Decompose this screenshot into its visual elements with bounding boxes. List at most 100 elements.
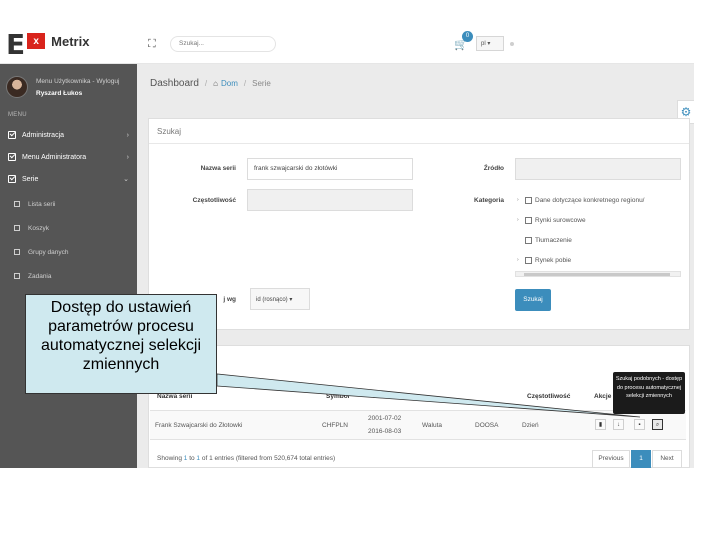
logo-x-badge: x xyxy=(27,33,46,49)
cart-count-badge: 0 xyxy=(462,31,473,42)
page-title: Dashboard xyxy=(150,78,199,89)
category-item-label: Rynki surowcowe xyxy=(535,216,586,224)
find-similar-button[interactable]: ⌕ xyxy=(652,419,663,430)
column-header-time[interactable]: Czasowy xyxy=(372,393,400,400)
chevron-right-icon: › xyxy=(126,153,129,161)
breadcrumb-separator: / xyxy=(243,79,247,88)
chevron-right-icon: › xyxy=(126,131,129,139)
cell-date-start: 2001-07-02 xyxy=(368,415,402,422)
category-item[interactable]: Tłumaczenie xyxy=(525,234,572,246)
search-panel-title: Szukaj xyxy=(157,127,182,136)
series-name-input[interactable]: frank szwajcarski do złotówki xyxy=(247,158,413,180)
user-menu-link[interactable]: Menu Użytkownika - Wyloguj xyxy=(36,76,119,88)
sidebar-item-label: Serie xyxy=(22,175,39,183)
category-item[interactable]: › Dane dotyczące konkretnego regionu/ xyxy=(517,194,645,206)
avatar[interactable] xyxy=(6,76,28,98)
sidebar: Menu Użytkownika - Wyloguj Ryszard Łukos… xyxy=(0,64,137,468)
bar-chart-icon: ▮ xyxy=(598,422,603,428)
download-icon: ↓ xyxy=(617,422,620,428)
entries-info: Showing 1 to 1 of 1 entries (filtered fr… xyxy=(157,455,335,462)
cart-icon: ▪ xyxy=(638,422,641,428)
expand-icon[interactable]: › xyxy=(517,197,519,203)
sidebar-subitem-grupy-danych[interactable]: Grupy danych xyxy=(0,244,137,260)
callout-box: Dostęp do ustawień parametrów procesu au… xyxy=(25,294,217,394)
category-item-label: Dane dotyczące konkretnego regionu/ xyxy=(535,196,645,204)
language-select[interactable]: pl ▾ xyxy=(476,36,504,51)
sidebar-subitem-lista-serii[interactable]: Lista serii xyxy=(0,196,137,212)
user-box: Menu Użytkownika - Wyloguj Ryszard Łukos xyxy=(6,76,119,100)
home-icon[interactable]: ⌂ xyxy=(213,79,218,88)
column-header-name[interactable]: Nazwa serii xyxy=(157,393,192,400)
breadcrumb-current: Serie xyxy=(252,79,271,88)
pagination-previous[interactable]: Previous xyxy=(592,450,630,468)
pagination-next[interactable]: Next xyxy=(652,450,682,468)
search-icon: ⌕ xyxy=(655,422,660,428)
cell-name: Frank Szwajcarski do Złotowki xyxy=(155,422,243,429)
checkbox[interactable] xyxy=(525,236,532,244)
category-scrollbar[interactable] xyxy=(515,271,681,277)
cell-date-end: 2016-08-03 xyxy=(368,428,402,435)
source-label: Źródło xyxy=(483,165,504,172)
add-to-cart-button[interactable]: ▪ xyxy=(634,419,645,430)
sidebar-subitem-label: Lista serii xyxy=(28,200,56,208)
fullscreen-icon[interactable]: ⛶ xyxy=(148,38,160,50)
sidebar-subitem-zadania[interactable]: Zadania xyxy=(0,268,137,284)
edit-icon xyxy=(14,225,20,231)
logo[interactable]: E x Metrix xyxy=(6,31,89,59)
cell-symbol: CHFPLN xyxy=(322,422,349,429)
frequency-select[interactable] xyxy=(247,189,413,211)
find-similar-tooltip: Szukaj podobnych - dostęp do procesu aut… xyxy=(613,372,685,414)
menu-header: MENU xyxy=(8,112,27,118)
logo-name: Metrix xyxy=(51,33,90,49)
pagination-page[interactable]: 1 xyxy=(631,450,651,468)
sidebar-subitem-label: Grupy danych xyxy=(28,248,69,256)
sidebar-item-menu-administratora[interactable]: Menu Administratora › xyxy=(0,148,137,166)
column-header-actions: Akcje xyxy=(594,393,612,400)
chevron-down-icon: ⌄ xyxy=(123,176,129,183)
category-item-label: Rynek pobie xyxy=(535,256,572,264)
sidebar-subitem-koszyk[interactable]: Koszyk xyxy=(0,220,137,236)
search-input[interactable]: Szukaj... xyxy=(170,36,276,52)
status-dot xyxy=(510,42,514,46)
sidebar-item-label: Administracja xyxy=(22,131,65,139)
column-header-frequency[interactable]: Częstotliwość xyxy=(527,393,570,400)
download-button[interactable]: ↓ xyxy=(613,419,624,430)
series-name-label: Nazwa serii xyxy=(200,165,236,172)
edit-icon xyxy=(14,273,20,279)
edit-icon xyxy=(14,249,20,255)
sidebar-subitem-label: Zadania xyxy=(28,272,52,280)
breadcrumb: Dashboard / ⌂ Dom / Serie xyxy=(150,78,271,89)
search-button[interactable]: Szukaj xyxy=(515,289,551,311)
source-select[interactable] xyxy=(515,158,681,180)
expand-icon[interactable]: › xyxy=(517,257,519,263)
cell-source: DOOSA xyxy=(475,422,499,429)
entries-from: 1 xyxy=(183,455,188,462)
entries-to: 1 xyxy=(196,455,201,462)
checkbox[interactable] xyxy=(525,196,532,204)
chart-button[interactable]: ▮ xyxy=(595,419,606,430)
cell-unit: Waluta xyxy=(422,422,442,429)
entries-suffix: of 1 entries (filtered from 520,674 tota… xyxy=(201,455,336,462)
category-item[interactable]: › Rynek pobie xyxy=(517,254,572,266)
category-item[interactable]: › Rynki surowcowe xyxy=(517,214,586,226)
category-item-label: Tłumaczenie xyxy=(535,236,572,244)
breadcrumb-home-link[interactable]: Dom xyxy=(221,79,238,88)
edit-icon xyxy=(8,175,16,183)
checkbox[interactable] xyxy=(525,216,532,224)
sidebar-item-administracja[interactable]: Administracja › xyxy=(0,126,137,144)
sidebar-item-label: Menu Administratora xyxy=(22,153,87,161)
sidebar-subitem-label: Koszyk xyxy=(28,224,49,232)
sort-select[interactable]: id (rosnąco) ▾ xyxy=(250,288,310,310)
edit-icon xyxy=(8,131,16,139)
expand-icon[interactable]: › xyxy=(517,217,519,223)
entries-to-word: to xyxy=(189,455,195,462)
checkbox[interactable] xyxy=(525,256,532,264)
frequency-label: Częstotliwość xyxy=(192,197,236,204)
top-bar: E x Metrix ⛶ Szukaj... 🛒 0 pl ▾ xyxy=(0,22,694,64)
edit-icon xyxy=(14,201,20,207)
breadcrumb-separator: / xyxy=(204,79,208,88)
cell-frequency: Dzień xyxy=(522,422,539,429)
column-header-symbol[interactable]: Symbol xyxy=(326,393,349,400)
entries-prefix: Showing xyxy=(157,455,182,462)
sidebar-item-serie[interactable]: Serie ⌄ xyxy=(0,170,137,188)
